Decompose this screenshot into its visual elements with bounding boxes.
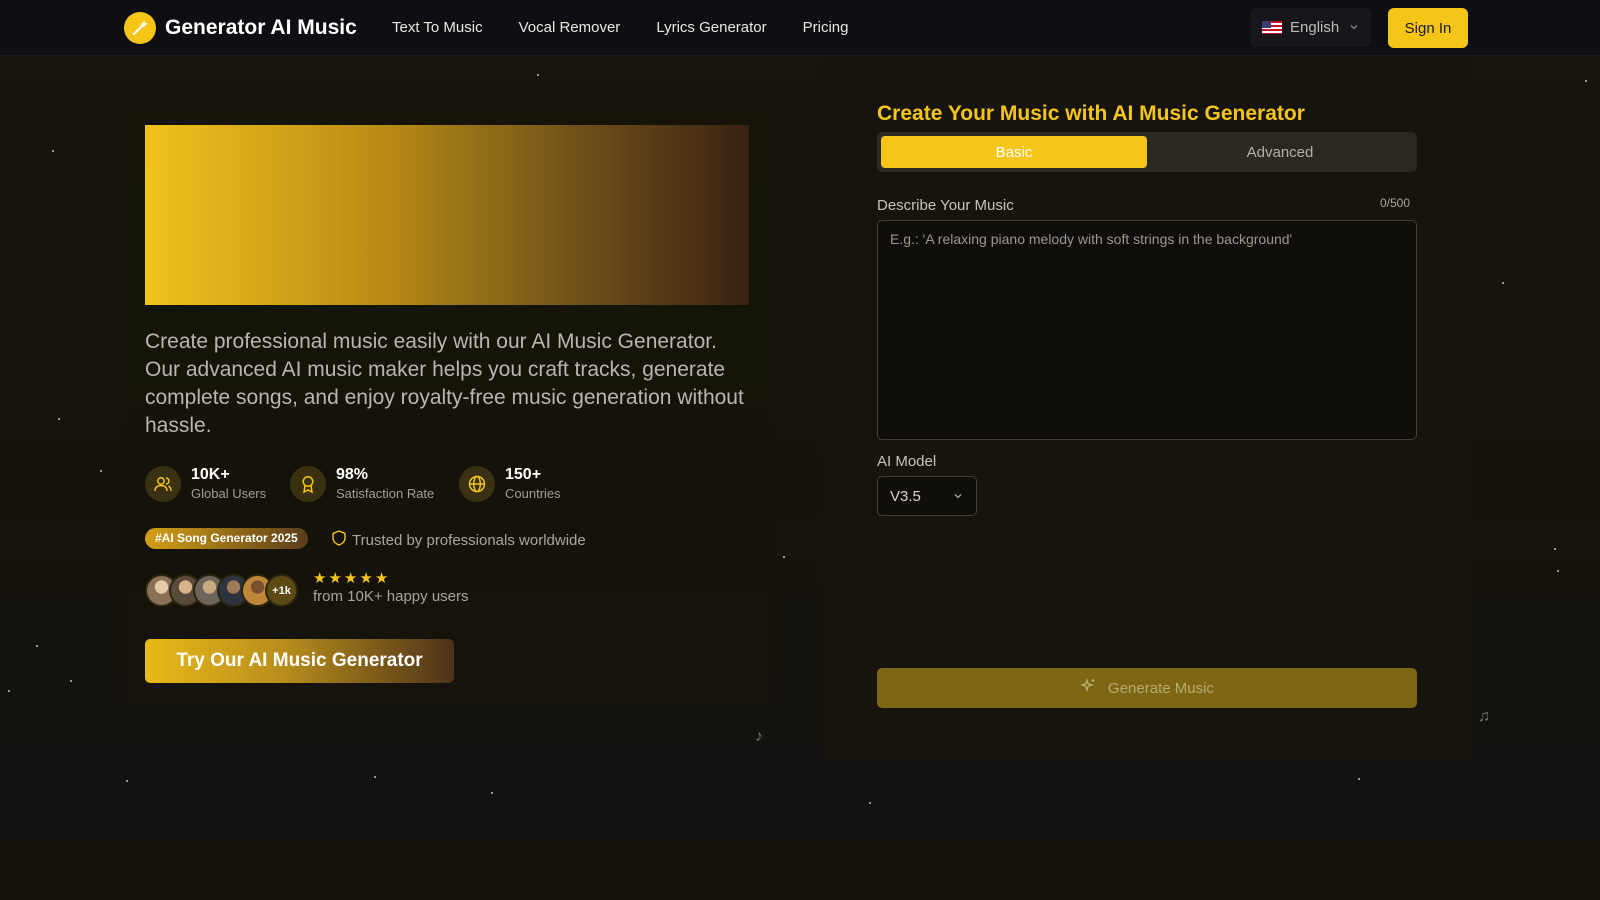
stat-label: Global Users — [191, 486, 267, 501]
generator-title: Create Your Music with AI Music Generato… — [877, 102, 1305, 125]
music-note-decoration: ♪ — [755, 728, 763, 745]
describe-label: Describe Your Music — [877, 197, 1014, 214]
nav-pricing[interactable]: Pricing — [803, 19, 849, 36]
language-selector[interactable]: English — [1250, 8, 1371, 47]
star-decoration — [1557, 570, 1559, 572]
trusted-text: Trusted by professionals worldwide — [352, 531, 586, 549]
us-flag-icon — [1262, 21, 1282, 34]
star-decoration — [8, 690, 10, 692]
star-decoration — [70, 680, 72, 682]
star-icon: ★ — [313, 570, 327, 587]
magic-wand-icon — [124, 12, 156, 44]
star-decoration — [1358, 778, 1360, 780]
stat-value: 150+ — [505, 466, 542, 483]
stat-label: Satisfaction Rate — [336, 486, 435, 501]
star-decoration — [1502, 282, 1504, 284]
model-value: V3.5 — [890, 487, 921, 505]
generate-music-button[interactable]: Generate Music — [877, 668, 1417, 708]
user-avatars: +1k — [145, 574, 305, 607]
star-icon: ★ — [343, 570, 358, 587]
sign-in-button[interactable]: Sign In — [1388, 8, 1468, 48]
ai-model-select[interactable]: V3.5 — [877, 476, 977, 516]
stat-satisfaction: 98% Satisfaction Rate — [290, 466, 434, 502]
ai-song-badge: #AI Song Generator 2025 — [145, 528, 308, 549]
star-decoration — [869, 802, 871, 804]
stat-label: Countries — [505, 486, 561, 501]
generate-label: Generate Music — [1108, 679, 1214, 697]
chevron-down-icon — [952, 489, 964, 506]
users-icon — [145, 466, 181, 502]
star-decoration — [58, 418, 60, 420]
tab-advanced[interactable]: Advanced — [1147, 136, 1413, 168]
star-decoration — [537, 74, 539, 76]
star-decoration — [1554, 548, 1556, 550]
award-icon — [290, 466, 326, 502]
stat-global-users: 10K+ Global Users — [145, 466, 266, 502]
star-decoration — [100, 470, 102, 472]
chevron-down-icon — [1349, 19, 1359, 36]
star-decoration — [1585, 80, 1587, 82]
nav-vocal-remover[interactable]: Vocal Remover — [519, 19, 621, 36]
sparkle-icon — [1079, 677, 1096, 698]
stat-countries: 150+ Countries — [459, 466, 561, 502]
hero-description: Create professional music easily with ou… — [145, 330, 744, 437]
try-generator-button[interactable]: Try Our AI Music Generator — [145, 639, 454, 683]
happy-users-text: from 10K+ happy users — [313, 588, 469, 605]
character-counter: 0/500 — [1380, 196, 1411, 210]
stat-value: 98% — [336, 466, 369, 483]
music-description-input[interactable]: E.g.: 'A relaxing piano melody with soft… — [877, 220, 1417, 440]
brand-logo[interactable]: Generator AI Music — [124, 12, 357, 44]
star-icon: ★ — [359, 570, 373, 587]
star-decoration — [374, 776, 376, 778]
footer-strip — [0, 840, 1600, 900]
star-decoration — [491, 792, 493, 794]
language-label: English — [1290, 19, 1340, 36]
star-decoration — [36, 645, 38, 647]
ai-model-label: AI Model — [877, 453, 937, 470]
star-decoration — [783, 556, 785, 558]
more-users-count: +1k — [265, 574, 298, 607]
main-nav: Text To Music Vocal Remover Lyrics Gener… — [392, 0, 885, 55]
shield-icon — [332, 530, 346, 550]
music-note-decoration: ♫ — [1478, 708, 1490, 725]
star-icon: ★ — [328, 570, 342, 587]
nav-text-to-music[interactable]: Text To Music — [392, 19, 483, 36]
tab-basic[interactable]: Basic — [881, 136, 1147, 168]
mode-tabs: Basic Advanced — [877, 132, 1417, 172]
star-decoration — [126, 780, 128, 782]
star-icon: ★ — [374, 570, 389, 587]
nav-lyrics-generator[interactable]: Lyrics Generator — [656, 19, 766, 36]
stat-value: 10K+ — [191, 466, 230, 483]
globe-icon — [459, 466, 495, 502]
hero-banner-image — [145, 125, 749, 305]
star-decoration — [52, 150, 54, 152]
trusted-note: Trusted by professionals worldwide — [332, 530, 586, 550]
rating-stars: ★ ★ ★ ★ ★ — [313, 570, 390, 587]
brand-name: Generator AI Music — [165, 16, 357, 39]
top-navbar: Generator AI Music Text To Music Vocal R… — [0, 0, 1600, 56]
